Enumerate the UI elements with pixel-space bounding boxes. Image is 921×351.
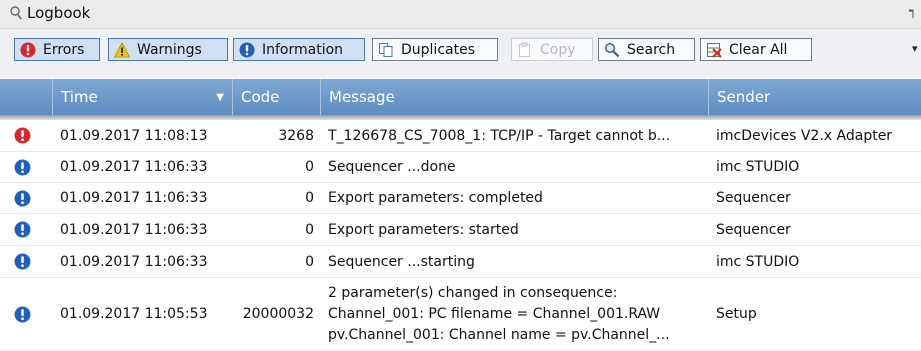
column-header-message[interactable]: Message xyxy=(320,79,708,115)
row-sender: Sequencer xyxy=(716,190,791,206)
search-button[interactable]: Search xyxy=(598,38,695,61)
row-level-cell xyxy=(12,183,32,213)
row-sender: Setup xyxy=(716,306,757,322)
search-icon xyxy=(604,42,620,57)
row-message: Sequencer ...done xyxy=(328,159,456,175)
column-header-code-label: Code xyxy=(241,88,280,106)
log-row[interactable]: 01.09.2017 11:06:33 0 Export parameters: c… xyxy=(0,183,921,214)
copy-label: Copy xyxy=(540,41,576,58)
errors-label: Errors xyxy=(43,41,85,58)
row-code: 3268 xyxy=(278,127,314,144)
row-sender: imcDevices V2.x Adapter xyxy=(716,127,893,144)
row-time: 01.09.2017 11:08:13 xyxy=(60,127,208,144)
warning-icon xyxy=(114,41,130,57)
column-header-level[interactable] xyxy=(0,79,52,115)
toolbar: Errors Warnings Information Duplicates C… xyxy=(0,29,921,78)
column-header-message-label: Message xyxy=(329,88,395,106)
column-header-sender[interactable]: Sender xyxy=(708,79,921,115)
row-level-cell xyxy=(12,152,32,182)
information-label: Information xyxy=(262,41,344,58)
duplicates-button[interactable]: Duplicates xyxy=(372,38,498,61)
column-header-code[interactable]: Code xyxy=(232,79,320,115)
clear-all-button[interactable]: Clear All xyxy=(700,38,812,61)
row-time: 01.09.2017 11:06:33 xyxy=(60,253,208,270)
log-row[interactable]: 01.09.2017 11:06:33 0 Export parameters: s… xyxy=(0,214,921,246)
column-header-sender-label: Sender xyxy=(717,88,771,106)
warnings-button[interactable]: Warnings xyxy=(108,38,228,61)
duplicates-label: Duplicates xyxy=(401,41,475,58)
error-icon xyxy=(14,127,30,144)
copy-icon xyxy=(519,42,530,57)
row-time: 01.09.2017 11:05:53 xyxy=(60,306,208,322)
information-icon xyxy=(14,253,30,270)
column-header-time[interactable]: Time ▼ xyxy=(52,79,232,115)
row-code: 0 xyxy=(305,159,314,175)
log-row[interactable]: 01.09.2017 11:05:53 20000032 2 parameter(s… xyxy=(0,278,921,351)
log-row[interactable]: 01.09.2017 11:06:33 0 Sequencer ...done imc… xyxy=(0,152,921,183)
window-title: Logbook xyxy=(27,4,91,22)
row-time: 01.09.2017 11:06:33 xyxy=(60,190,208,206)
row-level-cell xyxy=(12,278,32,350)
log-row[interactable]: 01.09.2017 11:08:13 3268 T_126678_CS_7008_… xyxy=(0,120,921,152)
toolbar-overflow-icon[interactable]: ▾ xyxy=(912,42,918,55)
clear-all-icon xyxy=(707,42,722,58)
row-code: 0 xyxy=(305,253,314,270)
clear-all-label: Clear All xyxy=(729,41,788,58)
row-sender: imc STUDIO xyxy=(716,159,800,175)
logbook-window: Logbook ┑ Errors Warnings Information Du… xyxy=(0,0,921,351)
information-button[interactable]: Information xyxy=(233,38,365,61)
title-bar: Logbook ┑ xyxy=(0,0,921,29)
information-icon xyxy=(14,159,30,175)
log-row[interactable]: 01.09.2017 11:06:33 0 Sequencer ...startin… xyxy=(0,246,921,278)
information-icon xyxy=(14,190,30,206)
row-message: Export parameters: started xyxy=(328,221,519,238)
information-icon xyxy=(14,221,30,238)
row-message: T_126678_CS_7008_1: TCP/IP - Target cann… xyxy=(328,127,671,144)
warnings-label: Warnings xyxy=(137,41,202,58)
error-icon xyxy=(20,42,36,57)
row-code: 0 xyxy=(305,190,314,206)
row-sender: imc STUDIO xyxy=(716,253,800,270)
row-code: 0 xyxy=(305,221,314,238)
pin-icon[interactable]: ┑ xyxy=(909,4,917,19)
information-icon xyxy=(239,42,255,57)
row-level-cell xyxy=(12,214,32,245)
row-message: 2 parameter(s) changed in consequence: C… xyxy=(328,284,670,343)
row-time: 01.09.2017 11:06:33 xyxy=(60,221,208,238)
information-icon xyxy=(14,306,30,322)
row-message: Export parameters: completed xyxy=(328,190,543,206)
errors-button[interactable]: Errors xyxy=(14,38,100,61)
grid-header: Time ▼ Code Message Sender xyxy=(0,79,921,115)
row-time: 01.09.2017 11:06:33 xyxy=(60,159,208,175)
row-message: Sequencer ...starting xyxy=(328,253,475,270)
copy-button[interactable]: Copy xyxy=(511,38,593,61)
search-label: Search xyxy=(627,41,676,58)
row-code: 20000032 xyxy=(242,306,314,322)
row-level-cell xyxy=(12,246,32,277)
logbook-icon xyxy=(10,6,22,20)
duplicates-icon xyxy=(379,42,393,57)
sort-descending-icon: ▼ xyxy=(216,92,224,103)
row-level-cell xyxy=(12,120,32,151)
column-header-time-label: Time xyxy=(61,88,98,106)
row-sender: Sequencer xyxy=(716,221,791,238)
